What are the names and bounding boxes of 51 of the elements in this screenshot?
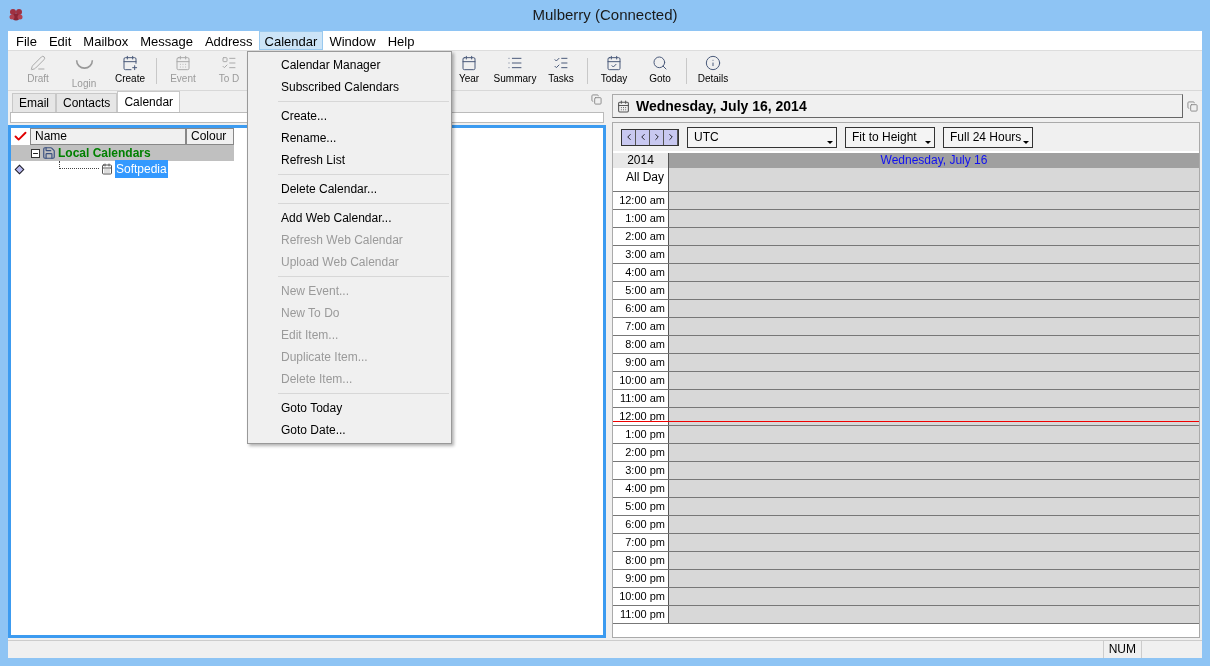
status-indicator: NUM <box>1102 641 1142 658</box>
menu-item[interactable]: Address <box>198 31 259 50</box>
menu-item[interactable]: Refresh List <box>248 149 451 171</box>
calendar-icon <box>175 54 191 71</box>
menu-item[interactable]: Mailbox <box>77 31 135 50</box>
toolbar-button[interactable]: Today <box>591 52 637 89</box>
menu-item[interactable]: Add Web Calendar... <box>248 207 451 229</box>
timezone-dropdown[interactable]: UTC <box>687 126 837 148</box>
next-button[interactable] <box>650 129 664 145</box>
calendar-icon <box>461 54 477 71</box>
date-title: Wednesday, July 16, 2014 <box>636 96 807 116</box>
menu-item[interactable]: Create... <box>248 105 451 127</box>
tab[interactable]: Calendar <box>117 91 181 112</box>
check-icon <box>13 129 28 144</box>
year-label: 2014 <box>613 153 669 168</box>
menu-item[interactable]: Delete Calendar... <box>248 178 451 200</box>
menu-item[interactable]: Help <box>381 31 421 50</box>
zoom-dropdown[interactable]: Fit to Height <box>845 126 935 148</box>
menu-item[interactable]: Calendar <box>258 31 324 50</box>
menu-item[interactable]: File <box>10 31 43 50</box>
previous-button[interactable] <box>622 129 636 145</box>
column-header[interactable]: Name <box>30 128 186 145</box>
calendar-check-icon <box>606 54 622 71</box>
calendar-plus-icon <box>122 54 138 71</box>
range-dropdown[interactable]: Full 24 Hours <box>943 126 1033 148</box>
collapse-toggle-icon[interactable] <box>31 148 40 158</box>
checklist-icon <box>221 54 237 71</box>
calendar-icon <box>101 163 113 175</box>
menu-item[interactable]: Rename... <box>248 127 451 149</box>
search-icon <box>652 54 668 71</box>
pen-icon <box>30 54 46 71</box>
toolbar-button[interactable]: Goto <box>637 52 683 89</box>
mulberry-logo-icon <box>8 7 24 23</box>
menu-item[interactable]: Goto Date... <box>248 419 451 441</box>
toolbar-button[interactable]: Create <box>107 52 153 89</box>
day-column-header: Wednesday, July 16 <box>669 153 1199 168</box>
toolbar-button[interactable]: Summary <box>492 52 538 89</box>
menu-item[interactable]: Goto Today <box>248 397 451 419</box>
menu-item[interactable]: Window <box>323 31 382 50</box>
window-title: Mulberry (Connected) <box>532 5 678 26</box>
tab[interactable]: Contacts <box>56 93 118 112</box>
toolbar-button[interactable]: Tasks <box>538 52 584 89</box>
calendar-icon <box>617 99 630 113</box>
previous-button[interactable] <box>636 129 650 145</box>
column-header[interactable]: Colour <box>186 128 234 145</box>
info-icon <box>705 54 721 71</box>
next-button[interactable] <box>664 129 678 145</box>
toolbar-button[interactable]: Details <box>690 52 736 89</box>
menu-item[interactable]: Edit <box>42 31 78 50</box>
tab[interactable]: Email <box>12 93 56 112</box>
menu-item[interactable]: Message <box>134 31 199 50</box>
